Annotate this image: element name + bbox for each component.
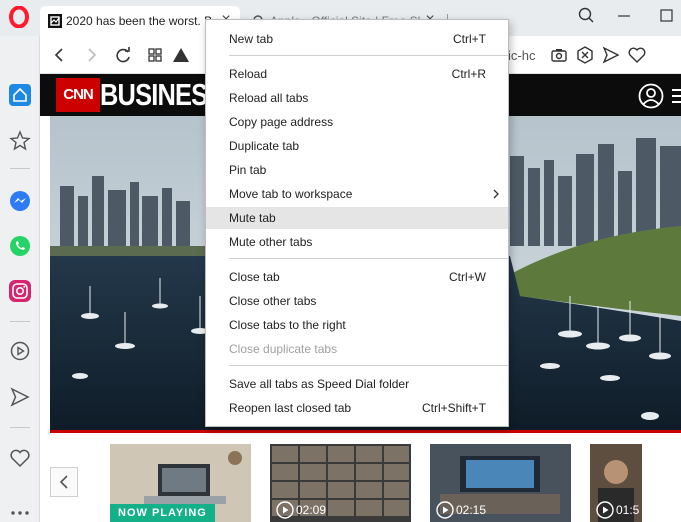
chevron-right-icon (493, 189, 499, 199)
menu-item-reload-all-tabs[interactable]: Reload all tabs (206, 87, 508, 109)
play-icon[interactable] (276, 501, 294, 519)
more-icon[interactable] (8, 501, 32, 522)
back-icon[interactable] (49, 44, 71, 66)
chevron-left-icon (59, 475, 68, 489)
cnn-favicon-icon (48, 14, 62, 28)
send-icon[interactable] (600, 44, 622, 66)
menu-item-label: Reload all tabs (229, 91, 309, 105)
warning-icon[interactable] (170, 44, 192, 66)
menu-item-label: Pin tab (229, 163, 267, 177)
player-icon[interactable] (8, 339, 32, 363)
video-strip: NOW PLAYING 02:09 02:15 01:5 (40, 433, 681, 522)
menu-item-label: Mute tab (229, 211, 276, 225)
adblock-icon[interactable] (574, 44, 596, 66)
search-tabs-icon[interactable] (572, 4, 600, 28)
menu-item-label: Reopen last closed tab (229, 401, 352, 415)
menu-item-label: Close duplicate tabs (229, 342, 338, 356)
menu-item-reopen-last-closed-tab[interactable]: Reopen last closed tab Ctrl+Shift+T (206, 397, 508, 419)
maximize-icon[interactable] (652, 4, 680, 28)
menu-separator (229, 55, 508, 56)
menu-item-shortcut: Ctrl+W (449, 270, 486, 284)
menu-item-label: Move tab to workspace (229, 187, 353, 201)
sidebar-separator (10, 427, 30, 428)
menu-item-label: Close tabs to the right (229, 318, 346, 332)
strip-previous-button[interactable] (50, 467, 78, 497)
menu-item-label: Save all tabs as Speed Dial folder (229, 377, 410, 391)
minimize-icon[interactable] (610, 4, 638, 28)
heart-icon[interactable] (626, 44, 648, 66)
forward-icon[interactable] (80, 44, 102, 66)
menu-item-pin-tab[interactable]: Pin tab (206, 159, 508, 181)
send-icon[interactable] (8, 385, 32, 409)
menu-item-duplicate-tab[interactable]: Duplicate tab (206, 135, 508, 157)
menu-item-mute-tab[interactable]: Mute tab (206, 207, 508, 229)
menu-item-label: Duplicate tab (229, 139, 300, 153)
menu-item-label: Copy page address (229, 115, 334, 129)
instagram-icon[interactable] (8, 279, 32, 303)
sidebar (0, 36, 40, 522)
star-icon[interactable] (8, 129, 32, 153)
opera-logo-icon[interactable] (8, 6, 30, 28)
menu-item-close-duplicate-tabs: Close duplicate tabs (206, 338, 508, 360)
menu-item-new-tab[interactable]: New tab Ctrl+T (206, 28, 508, 50)
video-duration: 02:09 (296, 503, 327, 517)
sidebar-separator (10, 321, 30, 322)
account-icon[interactable] (638, 83, 664, 109)
menu-item-label: Mute other tabs (229, 235, 313, 249)
tab-title: 2020 has been the worst. B (66, 14, 213, 28)
menu-item-mute-other-tabs[interactable]: Mute other tabs (206, 231, 508, 253)
menu-item-label: Close tab (229, 270, 280, 284)
cnn-logo[interactable]: CNN (56, 78, 100, 112)
home-icon[interactable] (8, 83, 32, 107)
video-thumbnail[interactable]: NOW PLAYING (110, 444, 251, 522)
messenger-icon[interactable] (8, 189, 32, 213)
video-thumbnail[interactable]: 02:09 (270, 444, 411, 522)
menu-item-shortcut: Ctrl+R (451, 67, 486, 81)
tiles-icon[interactable] (144, 44, 166, 66)
play-icon[interactable] (596, 501, 614, 519)
url-text[interactable]: ic-hc (508, 48, 584, 63)
menu-icon[interactable] (672, 86, 681, 106)
menu-item-close-tabs-to-the-right[interactable]: Close tabs to the right (206, 314, 508, 336)
camera-icon[interactable] (548, 44, 570, 66)
menu-separator (229, 258, 508, 259)
menu-item-save-all-tabs-as-speed-dial-folder[interactable]: Save all tabs as Speed Dial folder (206, 373, 508, 395)
menu-item-reload[interactable]: Reload Ctrl+R (206, 63, 508, 85)
menu-separator (229, 365, 508, 366)
reload-icon[interactable] (112, 44, 134, 66)
menu-item-close-tab[interactable]: Close tab Ctrl+W (206, 266, 508, 288)
menu-item-copy-page-address[interactable]: Copy page address (206, 111, 508, 133)
whatsapp-icon[interactable] (8, 234, 32, 258)
sidebar-separator (10, 168, 30, 169)
play-icon[interactable] (436, 501, 454, 519)
heart-icon[interactable] (8, 446, 32, 470)
video-thumbnail[interactable]: 01:5 (590, 444, 642, 522)
video-duration: 01:5 (616, 503, 640, 517)
menu-item-label: New tab (229, 32, 274, 46)
tab-context-menu: New tab Ctrl+T Reload Ctrl+R Reload all … (205, 19, 509, 427)
menu-item-shortcut: Ctrl+Shift+T (421, 401, 486, 415)
menu-item-shortcut: Ctrl+T (453, 32, 486, 46)
menu-item-close-other-tabs[interactable]: Close other tabs (206, 290, 508, 312)
video-duration: 02:15 (456, 503, 487, 517)
menu-item-move-tab-to-workspace[interactable]: Move tab to workspace (206, 183, 508, 205)
video-thumbnail[interactable]: 02:15 (430, 444, 571, 522)
now-playing-badge: NOW PLAYING (110, 504, 215, 522)
menu-item-label: Close other tabs (229, 294, 317, 308)
menu-item-label: Reload (229, 67, 268, 81)
